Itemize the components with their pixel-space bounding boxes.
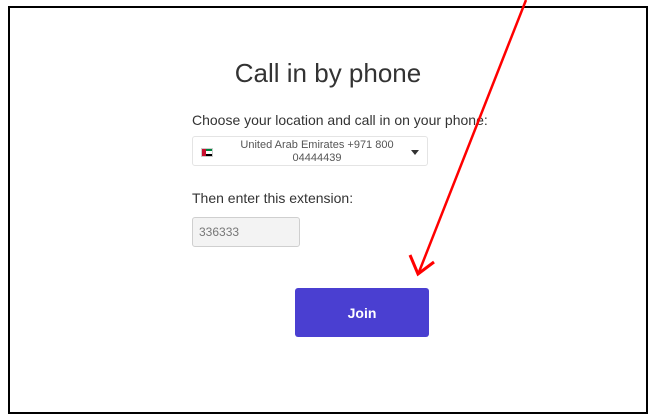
page-title: Call in by phone [234,58,422,88]
location-select-line2: 04444439 [292,152,342,164]
join-button[interactable]: Join [295,288,429,337]
extension-field[interactable] [192,217,300,247]
chevron-down-icon [411,150,419,155]
dialog-frame: Call in by phone Choose your location an… [8,6,648,414]
location-select-value: United Arab Emirates +971 800 04444439 [229,139,405,165]
location-select[interactable]: United Arab Emirates +971 800 04444439 [192,136,428,166]
location-select-line1: United Arab Emirates +971 800 [240,139,394,151]
extension-label: Then enter this extension: [192,190,354,206]
location-label: Choose your location and call in on your… [192,112,488,128]
uae-flag-icon [201,148,213,157]
